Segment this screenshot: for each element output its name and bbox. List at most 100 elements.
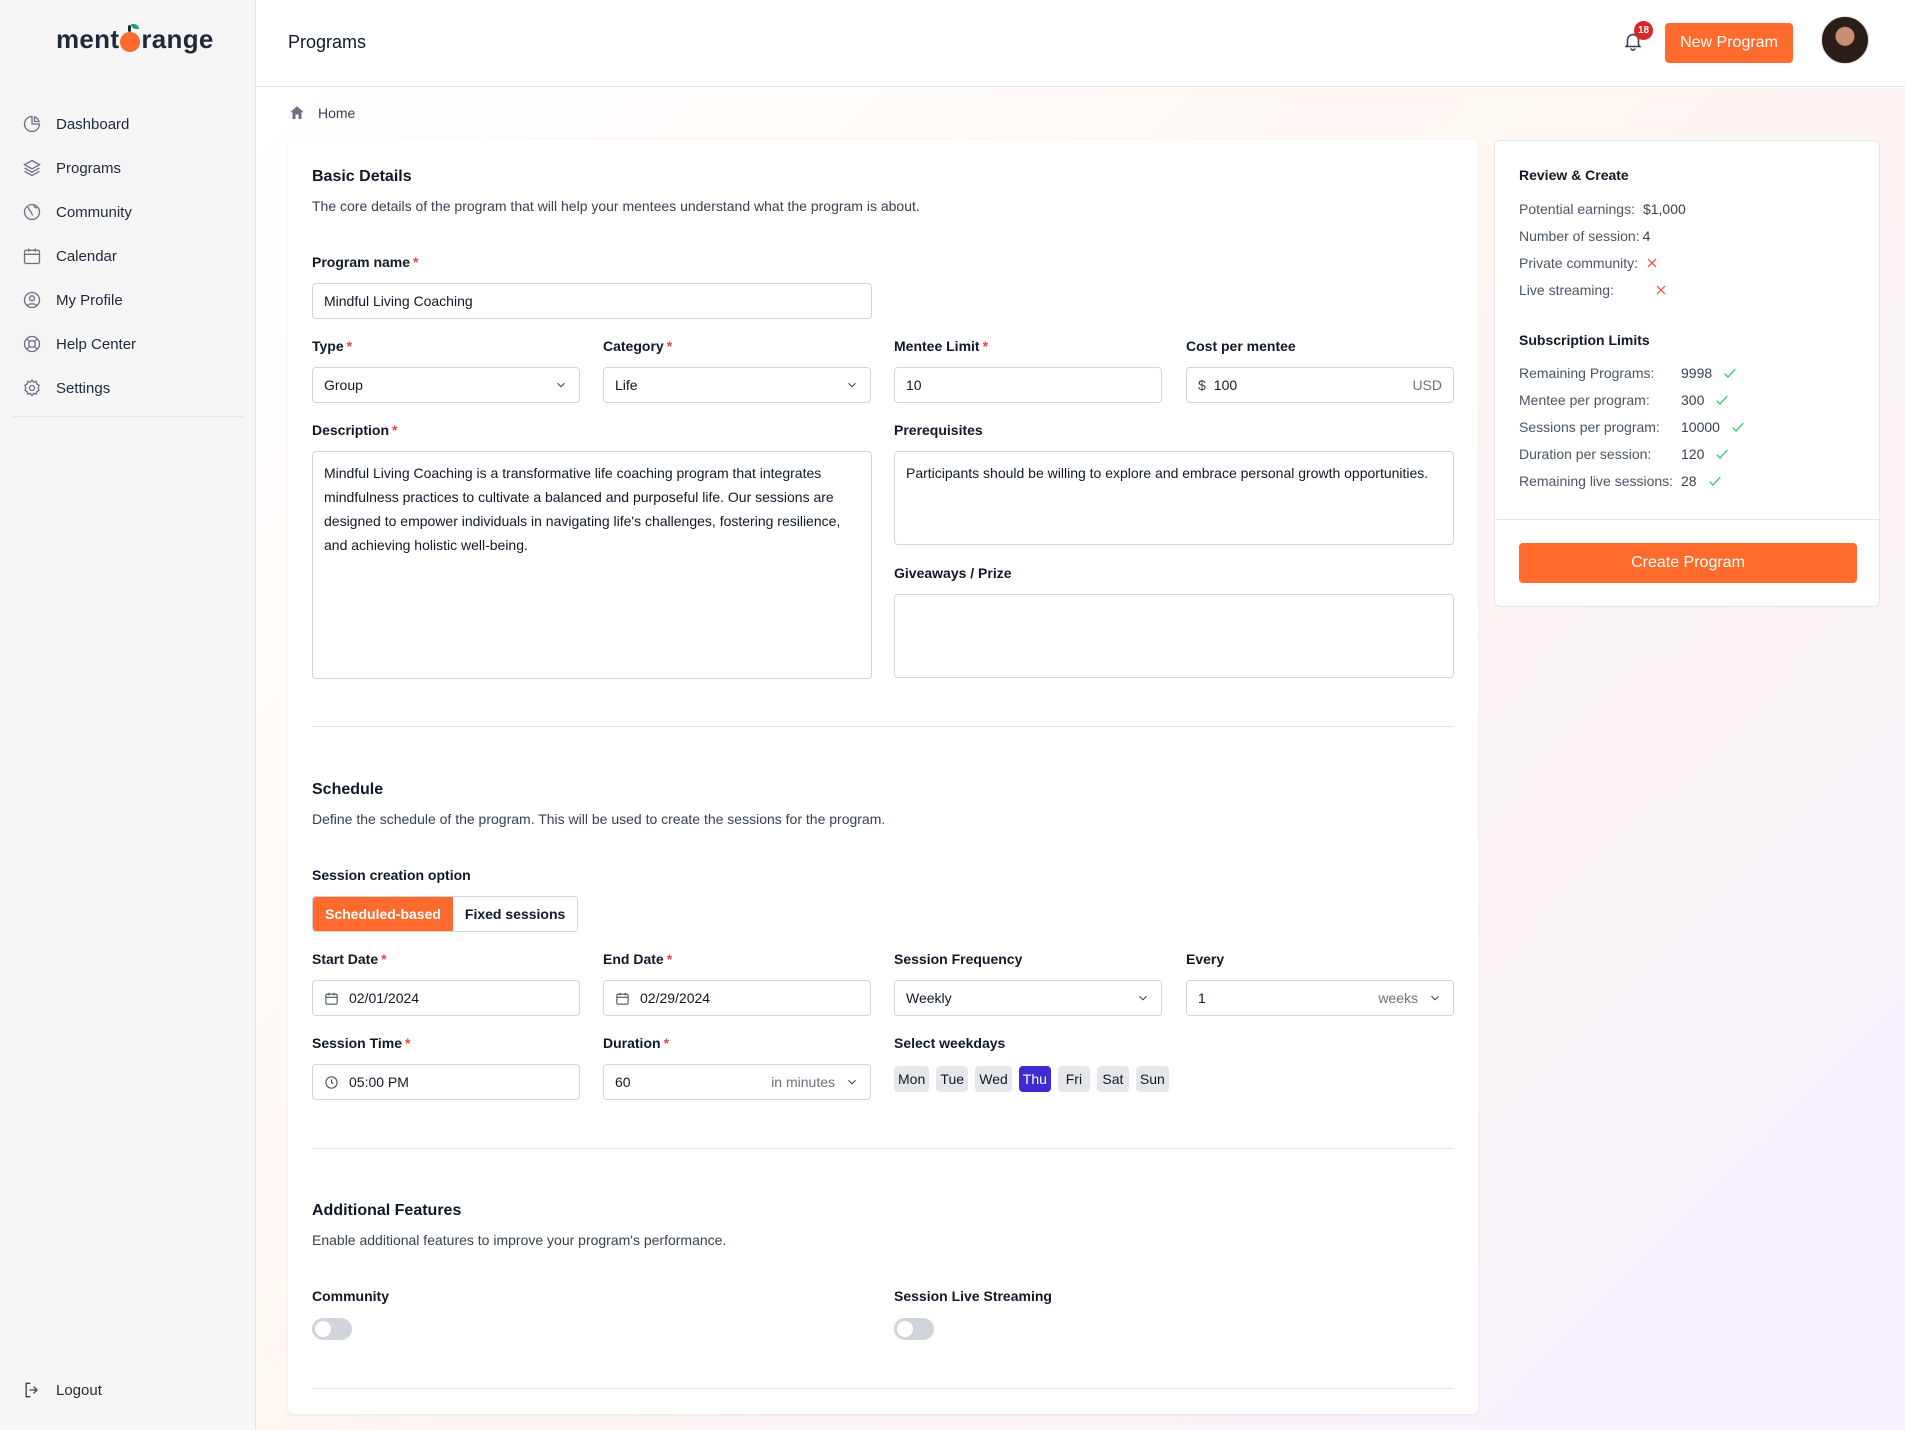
duration-unit-select[interactable]: in minutes (771, 1074, 859, 1090)
sidebar-item-calendar[interactable]: Calendar (0, 234, 256, 278)
sidebar-item-label: Community (56, 203, 132, 221)
limit-value: 9998 (1681, 365, 1713, 381)
duration-value: 60 (615, 1074, 631, 1090)
description-label: Description * (312, 422, 398, 438)
program-name-input[interactable]: Mindful Living Coaching (312, 283, 872, 319)
earnings-value: $1,000 (1642, 201, 1686, 217)
frequency-label: Session Frequency (894, 951, 1023, 967)
frequency-value: Weekly (906, 990, 952, 1006)
weekday-fri[interactable]: Fri (1057, 1066, 1090, 1092)
start-date-label: Start Date * (312, 951, 387, 967)
calendar-icon (616, 992, 629, 1005)
new-program-button[interactable]: New Program (1665, 23, 1793, 63)
every-input[interactable]: 1 weeks (1186, 980, 1454, 1016)
live-streaming-toggle[interactable] (894, 1318, 934, 1340)
prerequisites-value: Participants should be willing to explor… (906, 465, 1429, 481)
limit-row: Sessions per program: 10000 (1519, 419, 1746, 435)
weekdays-label: Select weekdays (894, 1035, 1006, 1051)
sidebar-item-label: Programs (56, 159, 122, 177)
breadcrumb-home[interactable]: Home (318, 105, 355, 121)
cost-label-text: Cost per mentee (1186, 338, 1296, 354)
top-bar: Programs 18 New Program (256, 0, 1905, 87)
check-icon (1716, 449, 1729, 459)
sidebar-item-help-center[interactable]: Help Center (0, 322, 256, 366)
sidebar-item-my-profile[interactable]: My Profile (0, 278, 256, 322)
frequency-select[interactable]: Weekly (894, 980, 1162, 1016)
prerequisites-textarea[interactable]: Participants should be willing to explor… (894, 451, 1454, 545)
sidebar-item-settings[interactable]: Settings (0, 366, 256, 410)
notifications-button[interactable]: 18 (1622, 21, 1654, 56)
weekday-thu[interactable]: Thu (1018, 1066, 1051, 1092)
home-icon[interactable] (288, 104, 306, 122)
cost-label: Cost per mentee (1186, 338, 1296, 354)
notification-count-badge: 18 (1634, 21, 1654, 40)
x-icon (1647, 258, 1657, 268)
lifebuoy-icon (23, 335, 41, 353)
logout-button[interactable]: Logout (22, 1380, 102, 1400)
weekday-wed[interactable]: Wed (975, 1066, 1012, 1092)
earnings-label: Potential earnings: (1519, 201, 1635, 217)
category-select[interactable]: Life (603, 367, 871, 403)
weekday-sun[interactable]: Sun (1135, 1066, 1169, 1092)
category-label-text: Category (603, 338, 664, 354)
sidebar-item-dashboard[interactable]: Dashboard (0, 102, 256, 146)
basic-details-subtitle: The core details of the program that wil… (312, 198, 920, 214)
end-date-input[interactable]: 02/29/2024 (603, 980, 871, 1016)
section-divider (312, 1148, 1454, 1149)
duration-unit-value: in minutes (771, 1074, 835, 1090)
review-divider (1495, 519, 1879, 520)
scheduled-based-option[interactable]: Scheduled-based (313, 897, 453, 931)
end-date-label: End Date * (603, 951, 673, 967)
start-date-input[interactable]: 02/01/2024 (312, 980, 580, 1016)
section-divider (312, 1388, 1454, 1389)
duration-input[interactable]: 60 in minutes (603, 1064, 871, 1100)
giveaways-textarea[interactable] (894, 594, 1454, 678)
weekday-selector: Mon Tue Wed Thu Fri Sat Sun (894, 1066, 1169, 1092)
session-time-input[interactable]: 05:00 PM (312, 1064, 580, 1100)
review-panel: Review & Create Potential earnings: $1,0… (1494, 140, 1880, 607)
sidebar-item-label: Dashboard (56, 115, 130, 133)
limit-label: Mentee per program: (1519, 392, 1650, 408)
cost-value: 100 (1213, 377, 1238, 393)
create-program-button[interactable]: Create Program (1519, 543, 1857, 583)
session-option-label: Session creation option (312, 867, 471, 883)
chevron-down-icon (1139, 995, 1147, 1001)
subscription-limits-title: Subscription Limits (1519, 332, 1650, 348)
fixed-sessions-option[interactable]: Fixed sessions (452, 897, 578, 931)
sidebar-item-label: Settings (56, 379, 111, 397)
limit-label: Sessions per program: (1519, 419, 1660, 435)
session-time-label: Session Time * (312, 1035, 411, 1051)
weekday-sat[interactable]: Sat (1096, 1066, 1129, 1092)
mentee-limit-input[interactable]: 10 (894, 367, 1162, 403)
currency-symbol: $ (1198, 377, 1206, 393)
globe-icon (23, 203, 41, 221)
type-select[interactable]: Group (312, 367, 580, 403)
community-toggle[interactable] (312, 1318, 352, 1340)
cost-input[interactable]: $ 100 USD (1186, 367, 1454, 403)
sidebar-item-community[interactable]: Community (0, 190, 256, 234)
mentorange-logo[interactable]: ment range (56, 23, 214, 55)
logo-text-prefix: ment (56, 24, 120, 54)
weekday-mon[interactable]: Mon (894, 1066, 930, 1092)
limit-label: Remaining live sessions: (1519, 473, 1674, 489)
prerequisites-label-text: Prerequisites (894, 422, 983, 438)
check-icon (1732, 422, 1744, 432)
sidebar-item-programs[interactable]: Programs (0, 146, 256, 190)
basic-details-title: Basic Details (312, 168, 412, 185)
description-value: Mindful Living Coaching is a transformat… (324, 465, 841, 553)
private-community-row: Private community: (1519, 255, 1660, 271)
page-title: Programs (288, 32, 367, 52)
check-icon (1708, 476, 1721, 486)
currency-label: USD (1412, 377, 1442, 393)
weekday-tue[interactable]: Tue (936, 1066, 969, 1092)
live-streaming-row: Live streaming: (1519, 282, 1669, 298)
description-textarea[interactable]: Mindful Living Coaching is a transformat… (312, 451, 872, 679)
limit-row: Mentee per program: 300 (1519, 392, 1730, 408)
avatar[interactable] (1821, 16, 1869, 64)
private-community-label: Private community: (1519, 255, 1639, 271)
every-unit-select[interactable]: weeks (1378, 990, 1442, 1006)
logout-icon (25, 1382, 38, 1398)
limit-value: 28 (1681, 473, 1697, 489)
calendar-icon (325, 992, 338, 1005)
program-name-label-text: Program name (312, 254, 411, 270)
